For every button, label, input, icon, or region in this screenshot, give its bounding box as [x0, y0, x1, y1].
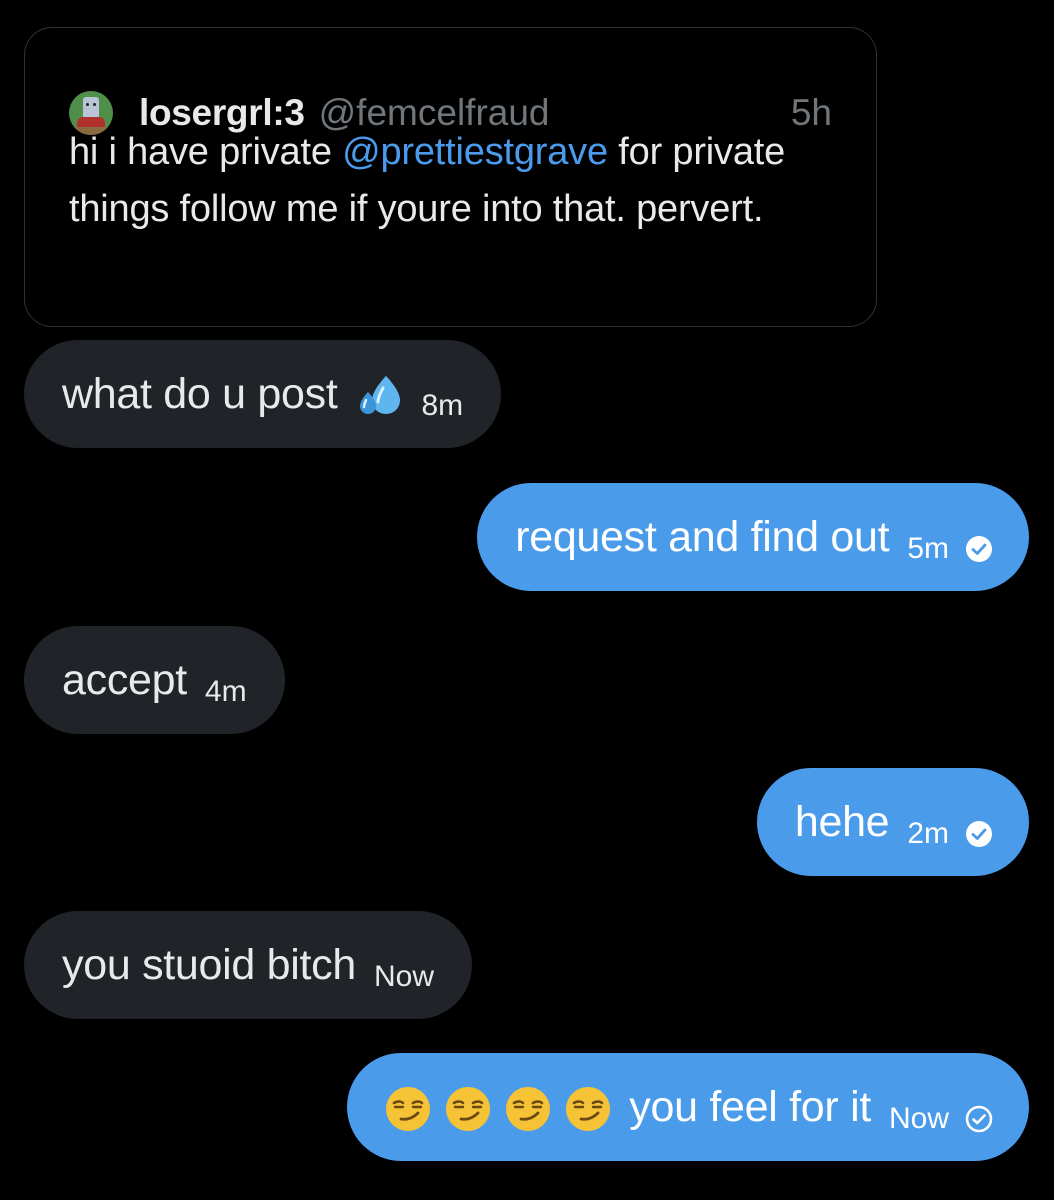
quoted-tweet-card[interactable]: losergrl:3 @femcelfraud 5h hi i have pri… — [24, 27, 877, 327]
message-time: 8m — [421, 389, 464, 422]
message-bubble-sent[interactable]: you feel for it Now — [347, 1053, 1029, 1161]
message-bubble-received[interactable]: accept 4m — [24, 626, 285, 734]
message-text: accept — [62, 655, 187, 704]
message-text: you feel for it — [629, 1082, 871, 1131]
smirking-face-emoji — [446, 1087, 491, 1131]
message-text: hehe — [794, 797, 890, 846]
smirking-face-emoji — [506, 1087, 551, 1131]
message-text: what do u post — [62, 369, 338, 418]
message-time: Now — [374, 960, 435, 993]
sweat-droplets-emoji — [359, 376, 400, 414]
message-time: 4m — [204, 675, 247, 708]
quoted-tweet-text: hi i have private @prettiestgrave for pr… — [69, 124, 829, 238]
check-circle-outline-icon — [965, 1105, 993, 1133]
message-time: Now — [888, 1102, 949, 1135]
message-text: you stuoid bitch — [62, 940, 356, 989]
message-bubble-received[interactable]: you stuoid bitch Now — [24, 911, 473, 1019]
message-bubble-received[interactable]: what do u post 8m — [24, 340, 502, 448]
message-text: request and find out — [515, 512, 890, 561]
message-bubble-sent[interactable]: request and find out 5m — [477, 483, 1029, 591]
message-time: 5m — [907, 532, 949, 565]
check-circle-filled-icon — [966, 821, 992, 847]
tweet-text-before: hi i have private — [69, 131, 343, 173]
smirking-face-emoji — [386, 1087, 431, 1131]
mention-link[interactable]: @prettiestgrave — [342, 131, 608, 173]
message-bubble-sent[interactable]: hehe 2m — [756, 768, 1029, 876]
message-time: 2m — [907, 817, 949, 850]
check-circle-filled-icon — [966, 536, 992, 562]
smirking-face-emoji — [566, 1087, 611, 1131]
